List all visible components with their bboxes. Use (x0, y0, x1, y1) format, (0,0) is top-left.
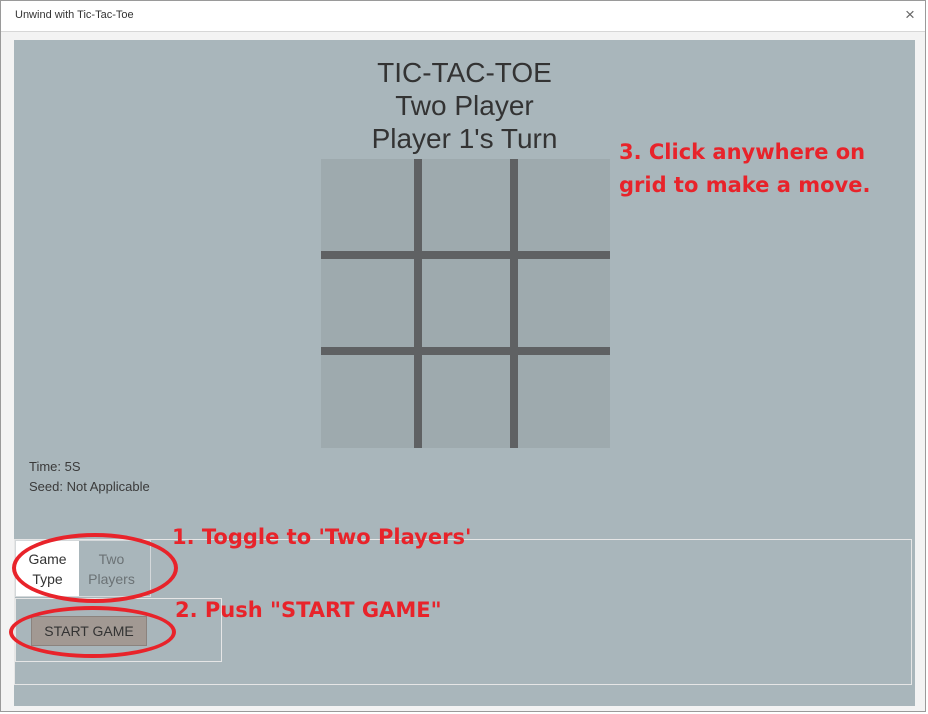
board-cell-3[interactable] (519, 159, 610, 253)
time-label: Time: 5S (29, 459, 81, 474)
highlight-ellipse-start (9, 606, 176, 658)
annotation-step-3: 3. Click anywhere on grid to make a move… (619, 136, 870, 202)
grid-line-horizontal-1 (321, 251, 610, 259)
close-icon[interactable]: × (901, 5, 919, 25)
app-window: Unwind with Tic-Tac-Toe × TIC-TAC-TOE Tw… (0, 0, 926, 712)
board-cell-2[interactable] (423, 159, 511, 253)
seed-label: Seed: Not Applicable (29, 479, 150, 494)
board-cell-8[interactable] (423, 357, 511, 448)
grid-line-vertical-2 (510, 159, 518, 448)
window-title: Unwind with Tic-Tac-Toe (15, 9, 134, 21)
board-cell-1[interactable] (321, 159, 415, 253)
game-mode: Two Player (395, 90, 534, 121)
annotation-step-1: 1. Toggle to 'Two Players' (172, 525, 472, 549)
title-bar: Unwind with Tic-Tac-Toe × (1, 1, 925, 32)
board-cell-4[interactable] (321, 261, 415, 349)
board-cell-6[interactable] (519, 261, 610, 349)
board-cell-5[interactable] (423, 261, 511, 349)
grid-line-horizontal-2 (321, 347, 610, 355)
annotation-step-3-line2: grid to make a move. (619, 173, 871, 197)
game-board[interactable] (321, 159, 610, 448)
annotation-step-2: 2. Push "START GAME" (175, 598, 442, 622)
highlight-ellipse-toggle (12, 533, 178, 603)
board-cell-9[interactable] (519, 357, 610, 448)
grid-line-vertical-1 (414, 159, 422, 448)
board-cell-7[interactable] (321, 357, 415, 448)
game-title: TIC-TAC-TOE (377, 57, 552, 88)
annotation-step-3-line1: 3. Click anywhere on (619, 140, 866, 164)
